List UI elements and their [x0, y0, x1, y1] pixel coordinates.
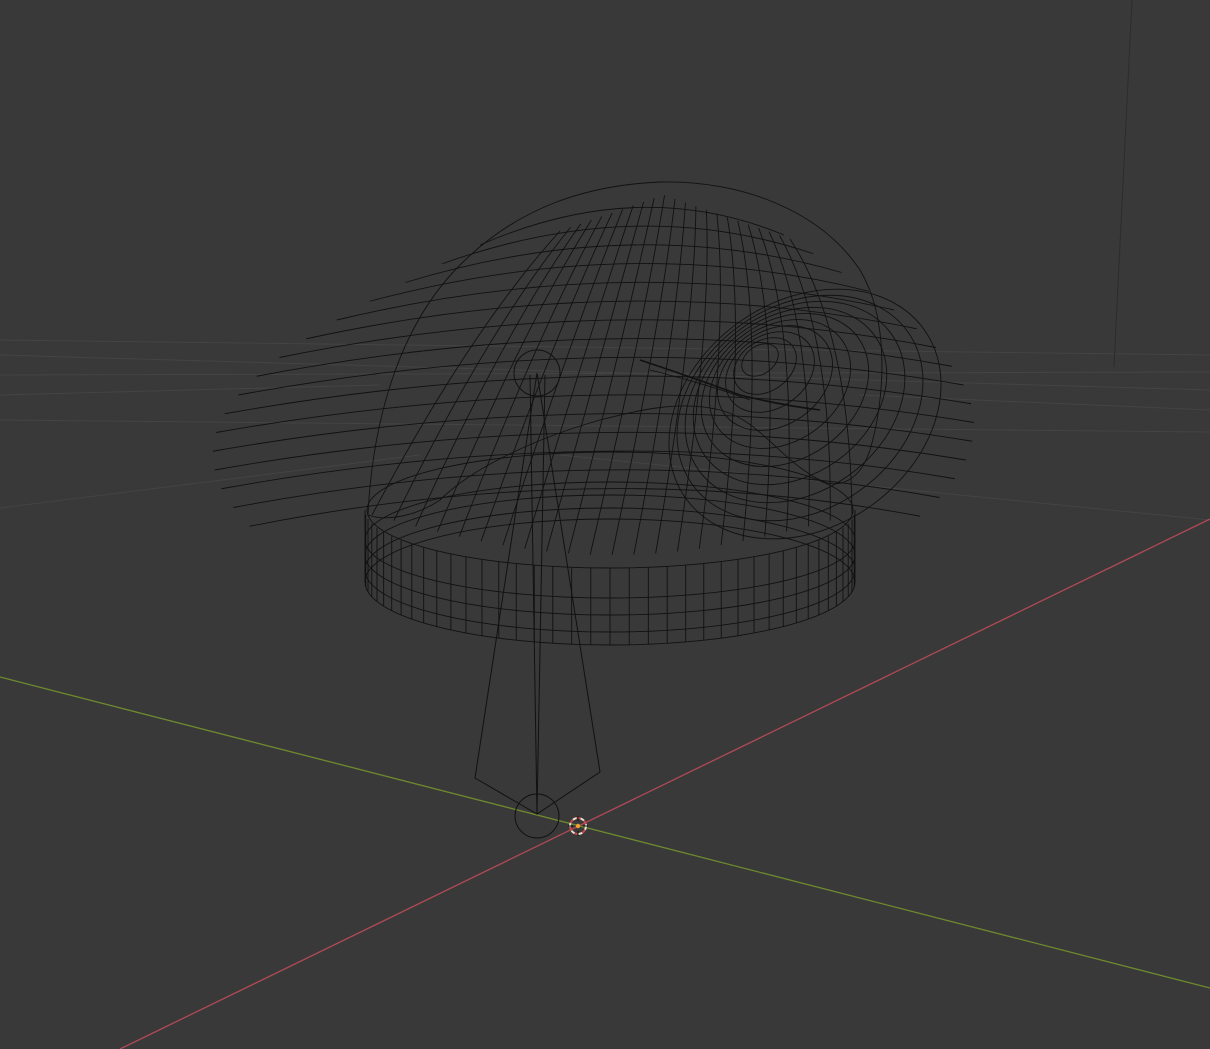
- fold-crease: [639, 359, 821, 411]
- helper-line: [1113, 0, 1133, 368]
- bone-body[interactable]: [474, 372, 601, 815]
- y-axis-line: [0, 676, 1210, 989]
- grid-line: [0, 384, 381, 396]
- crown-latitude: [249, 488, 921, 527]
- crown-meridian: [415, 223, 582, 527]
- grid-line: [859, 394, 1210, 411]
- 3d-cursor-icon: [568, 816, 588, 836]
- tip-ring: [708, 319, 852, 449]
- grid-line: [0, 454, 421, 509]
- 3d-cursor[interactable]: [568, 816, 588, 836]
- floor-grid: [0, 339, 1210, 521]
- x-axis-line: [119, 518, 1210, 1049]
- tip-ring: [676, 294, 924, 522]
- crown-meridian: [480, 212, 613, 542]
- hat-mesh-wireframe[interactable]: [212, 181, 990, 646]
- crown-meridian: [546, 201, 645, 552]
- crown-meridian: [589, 195, 665, 555]
- armature-bone[interactable]: [474, 349, 601, 839]
- 3d-viewport[interactable]: [0, 0, 1210, 1049]
- viewport-scene[interactable]: [0, 0, 1210, 1049]
- grid-line: [0, 419, 1210, 433]
- crown-meridian: [655, 206, 697, 554]
